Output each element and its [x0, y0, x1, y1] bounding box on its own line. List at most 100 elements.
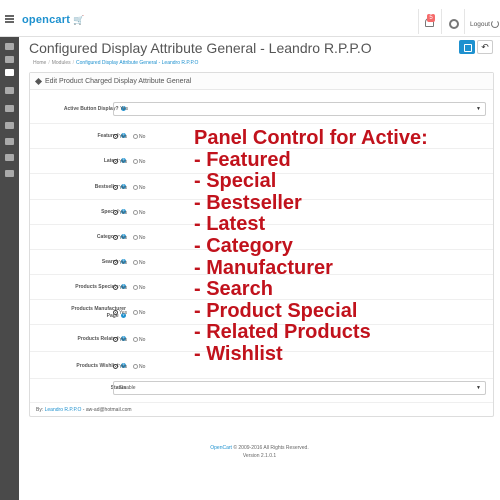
logout-icon[interactable]: [491, 20, 499, 28]
catalog-icon[interactable]: [5, 56, 14, 63]
radio-circle-icon[interactable]: [133, 310, 138, 316]
radio-circle-icon[interactable]: [133, 185, 138, 191]
radio-label: Yes: [119, 310, 128, 316]
author-credit: By: Leandro R.P.P.O - aw-ad@hotmail.com: [36, 407, 132, 413]
active-button-label-text: Active Button Display?: [63, 106, 119, 112]
radio-circle-icon[interactable]: [133, 285, 138, 291]
radio-bestseller-no[interactable]: No: [133, 185, 145, 191]
radio-featured-no[interactable]: No: [133, 134, 145, 140]
radio-circle-icon[interactable]: [133, 210, 138, 216]
radio-special-no[interactable]: No: [133, 210, 145, 216]
chevron-down-icon: ▼: [476, 385, 481, 391]
status-select[interactable]: Enable ▼: [113, 381, 486, 395]
footer-copyright: OpenCart © 2009-2016 All Rights Reserved…: [19, 444, 500, 452]
radio-search-yes[interactable]: Yes: [113, 260, 127, 266]
radio-circle-icon[interactable]: [113, 185, 118, 191]
active-button-select[interactable]: Yes ▼: [113, 102, 486, 116]
top-navbar: opencart 🛒 5 Logout: [0, 0, 500, 37]
radio-products-wishlist-yes[interactable]: Yes: [113, 364, 127, 370]
logout-link[interactable]: Logout: [470, 21, 490, 28]
overlay-line: - Search: [194, 278, 273, 301]
panel-heading-title: Edit Product Charged Display Attribute G…: [45, 78, 192, 85]
author-prefix: By:: [36, 407, 44, 413]
radio-label: No: [139, 134, 146, 140]
footer-version: Version 2.1.0.1: [242, 453, 277, 459]
radio-circle-icon[interactable]: [113, 285, 118, 291]
divider: [30, 402, 493, 403]
overlay-line: - Category: [194, 234, 293, 257]
radio-label: No: [139, 235, 146, 241]
radio-circle-icon[interactable]: [113, 210, 118, 216]
radio-label: No: [139, 285, 146, 291]
back-button[interactable]: ↶: [477, 40, 493, 54]
radio-circle-icon[interactable]: [113, 235, 118, 241]
radio-search-no[interactable]: No: [133, 260, 145, 266]
radio-label: No: [139, 337, 146, 343]
radio-latest-yes[interactable]: Yes: [113, 159, 127, 165]
radio-latest-no[interactable]: No: [133, 159, 145, 165]
radio-circle-icon[interactable]: [113, 134, 118, 140]
radio-circle-icon[interactable]: [113, 260, 118, 266]
overlay-line: - Featured: [194, 148, 291, 171]
radio-category-yes[interactable]: Yes: [113, 235, 127, 241]
radio-circle-icon[interactable]: [113, 310, 118, 316]
overlay-line: - Manufacturer: [194, 256, 333, 279]
radio-label: No: [139, 210, 146, 216]
logo-text: opencart: [22, 14, 71, 26]
radio-circle-icon[interactable]: [133, 235, 138, 241]
author-link[interactable]: Leandro R.P.P.O: [45, 407, 82, 413]
radio-label: Yes: [119, 235, 128, 241]
overlay-line: - Latest: [194, 213, 266, 236]
overlay-line: - Wishlist: [194, 342, 283, 365]
panel-heading: Edit Product Charged Display Attribute G…: [30, 73, 493, 90]
radio-circle-icon[interactable]: [133, 159, 138, 165]
help-icon[interactable]: [449, 19, 459, 29]
breadcrumb-home[interactable]: Home: [33, 60, 46, 66]
radio-circle-icon[interactable]: [133, 260, 138, 266]
marketing-icon[interactable]: [5, 138, 14, 145]
radio-label: Yes: [119, 185, 128, 191]
radio-label: Yes: [119, 134, 128, 140]
radio-products-wishlist-no[interactable]: No: [133, 364, 145, 370]
extensions-icon[interactable]: [5, 69, 14, 76]
customers-icon[interactable]: [5, 122, 14, 129]
dashboard-icon[interactable]: [5, 43, 14, 50]
opencart-logo[interactable]: opencart 🛒: [22, 14, 85, 26]
sales-icon[interactable]: [5, 105, 14, 112]
radio-products-related-no[interactable]: No: [133, 337, 145, 343]
footer-copyright-text: © 2009-2016 All Rights Reserved.: [231, 445, 309, 451]
divider: [418, 9, 419, 34]
radio-featured-yes[interactable]: Yes: [113, 134, 127, 140]
overlay-line: Panel Control for Active:: [194, 127, 428, 149]
radio-products-specials-yes[interactable]: Yes: [113, 285, 127, 291]
radio-circle-icon[interactable]: [113, 337, 118, 343]
radio-products-related-yes[interactable]: Yes: [113, 337, 127, 343]
radio-circle-icon[interactable]: [113, 159, 118, 165]
radio-label: No: [139, 310, 146, 316]
breadcrumb-modules[interactable]: Modules: [52, 60, 71, 66]
reports-icon[interactable]: [5, 170, 14, 177]
breadcrumb-current[interactable]: Configured Display Attribute General - L…: [76, 60, 198, 66]
save-button[interactable]: [459, 40, 475, 54]
pencil-icon: [34, 77, 43, 86]
radio-category-no[interactable]: No: [133, 235, 145, 241]
radio-bestseller-yes[interactable]: Yes: [113, 185, 127, 191]
menu-toggle-icon[interactable]: [5, 15, 14, 23]
radio-circle-icon[interactable]: [133, 134, 138, 140]
footer-brand-link[interactable]: OpenCart: [210, 445, 232, 451]
radio-products-manufacturer-page-yes[interactable]: Yes: [113, 310, 127, 316]
radio-special-yes[interactable]: Yes: [113, 210, 127, 216]
radio-label: Yes: [119, 337, 128, 343]
radio-circle-icon[interactable]: [133, 337, 138, 343]
overlay-line: - Bestseller: [194, 191, 302, 214]
page-title: Configured Display Attribute General - L…: [29, 40, 372, 56]
radio-products-manufacturer-page-no[interactable]: No: [133, 310, 145, 316]
radio-label: No: [139, 260, 146, 266]
divider: [441, 9, 442, 34]
radio-circle-icon[interactable]: [133, 364, 138, 370]
system-icon[interactable]: [5, 154, 14, 161]
active-button-select-value: Yes: [120, 106, 129, 112]
design-icon[interactable]: [5, 87, 14, 94]
radio-circle-icon[interactable]: [113, 364, 118, 370]
radio-products-specials-no[interactable]: No: [133, 285, 145, 291]
